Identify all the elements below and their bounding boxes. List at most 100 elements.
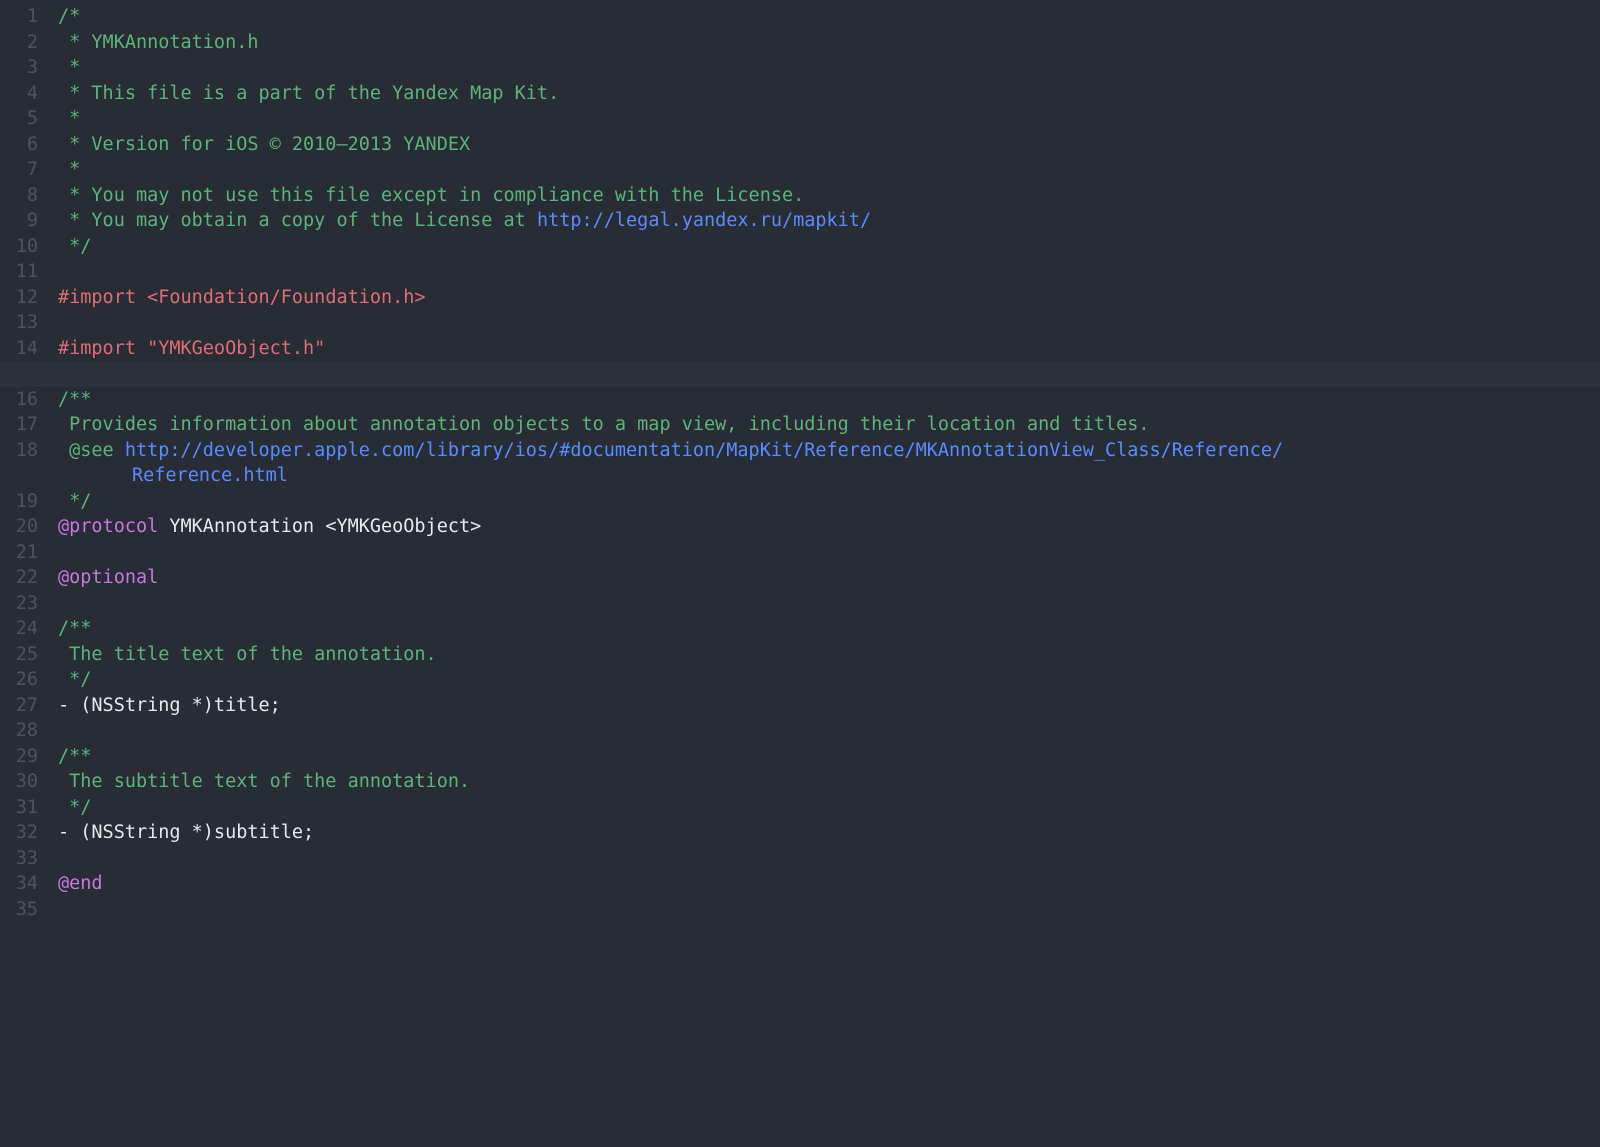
token: /** bbox=[58, 746, 91, 767]
line-number: 25 bbox=[0, 642, 46, 668]
line-number: 32 bbox=[0, 820, 46, 846]
code-line[interactable]: */ bbox=[58, 667, 1600, 693]
code-line[interactable]: @see http://developer.apple.com/library/… bbox=[58, 438, 1600, 464]
line-number: 5 bbox=[0, 106, 46, 132]
code-line[interactable] bbox=[0, 361, 1600, 387]
token: */ bbox=[58, 491, 91, 512]
line-number: 17 bbox=[0, 412, 46, 438]
token: @see bbox=[58, 440, 125, 461]
code-editor[interactable]: 123456789101112131415161718 192021222324… bbox=[0, 0, 1600, 922]
code-area[interactable]: /* * YMKAnnotation.h * * This file is a … bbox=[46, 4, 1600, 922]
line-number: 18 bbox=[0, 438, 46, 464]
line-number: 11 bbox=[0, 259, 46, 285]
code-line[interactable] bbox=[58, 540, 1600, 566]
code-line[interactable]: The title text of the annotation. bbox=[58, 642, 1600, 668]
line-number: 8 bbox=[0, 183, 46, 209]
line-number: 20 bbox=[0, 514, 46, 540]
token: @end bbox=[58, 873, 103, 894]
code-line[interactable]: The subtitle text of the annotation. bbox=[58, 769, 1600, 795]
code-line[interactable]: * YMKAnnotation.h bbox=[58, 30, 1600, 56]
token: http://developer.apple.com/library/ios/#… bbox=[125, 440, 1283, 461]
line-number: 31 bbox=[0, 795, 46, 821]
code-line[interactable]: @protocol YMKAnnotation <YMKGeoObject> bbox=[58, 514, 1600, 540]
code-line[interactable]: /* bbox=[58, 4, 1600, 30]
code-line[interactable]: #import <Foundation/Foundation.h> bbox=[58, 285, 1600, 311]
token: */ bbox=[58, 236, 91, 257]
token: The subtitle text of the annotation. bbox=[58, 771, 470, 792]
token: Provides information about annotation ob… bbox=[58, 414, 1150, 435]
code-line[interactable] bbox=[58, 259, 1600, 285]
token: * Version for iOS © 2010–2013 YANDEX bbox=[58, 134, 470, 155]
code-line[interactable]: /** bbox=[58, 744, 1600, 770]
line-number: 16 bbox=[0, 387, 46, 413]
code-line[interactable]: */ bbox=[58, 489, 1600, 515]
line-number: 26 bbox=[0, 667, 46, 693]
line-number: 2 bbox=[0, 30, 46, 56]
token: * This file is a part of the Yandex Map … bbox=[58, 83, 559, 104]
line-number: 12 bbox=[0, 285, 46, 311]
code-line[interactable]: * This file is a part of the Yandex Map … bbox=[58, 81, 1600, 107]
code-line[interactable]: @optional bbox=[58, 565, 1600, 591]
code-line[interactable]: * Version for iOS © 2010–2013 YANDEX bbox=[58, 132, 1600, 158]
code-line[interactable]: * You may obtain a copy of the License a… bbox=[58, 208, 1600, 234]
line-number: 23 bbox=[0, 591, 46, 617]
line-number: 1 bbox=[0, 4, 46, 30]
token: <Foundation/Foundation.h> bbox=[147, 287, 425, 308]
token: * You may not use this file except in co… bbox=[58, 185, 804, 206]
line-number: 28 bbox=[0, 718, 46, 744]
line-number: 34 bbox=[0, 871, 46, 897]
line-number: 19 bbox=[0, 489, 46, 515]
token: * YMKAnnotation.h bbox=[58, 32, 258, 53]
line-number: 22 bbox=[0, 565, 46, 591]
token: #import bbox=[58, 338, 147, 359]
token: */ bbox=[58, 797, 91, 818]
token: @optional bbox=[58, 567, 158, 588]
code-line[interactable]: Provides information about annotation ob… bbox=[58, 412, 1600, 438]
line-number: 29 bbox=[0, 744, 46, 770]
token: - (NSString *)title; bbox=[58, 695, 281, 716]
token: * bbox=[58, 108, 80, 129]
code-line[interactable] bbox=[58, 846, 1600, 872]
token: */ bbox=[58, 669, 91, 690]
line-number: 10 bbox=[0, 234, 46, 260]
code-line[interactable] bbox=[58, 591, 1600, 617]
line-number: 21 bbox=[0, 540, 46, 566]
token: #import bbox=[58, 287, 147, 308]
code-line[interactable]: */ bbox=[58, 234, 1600, 260]
line-number: 4 bbox=[0, 81, 46, 107]
token: /** bbox=[58, 618, 91, 639]
code-line[interactable]: @end bbox=[58, 871, 1600, 897]
line-number: 30 bbox=[0, 769, 46, 795]
line-number: 14 bbox=[0, 336, 46, 362]
code-line[interactable]: */ bbox=[58, 795, 1600, 821]
token: * bbox=[58, 57, 80, 78]
line-number: 7 bbox=[0, 157, 46, 183]
line-number-wrap bbox=[0, 463, 46, 489]
token: @protocol bbox=[58, 516, 158, 537]
code-line[interactable] bbox=[58, 718, 1600, 744]
token: http://legal.yandex.ru/mapkit/ bbox=[537, 210, 871, 231]
token: /* bbox=[58, 6, 80, 27]
code-line[interactable]: /** bbox=[58, 387, 1600, 413]
line-number: 3 bbox=[0, 55, 46, 81]
code-line[interactable] bbox=[58, 310, 1600, 336]
code-line[interactable]: * bbox=[58, 157, 1600, 183]
line-number: 24 bbox=[0, 616, 46, 642]
code-line[interactable]: * bbox=[58, 55, 1600, 81]
token: * You may obtain a copy of the License a… bbox=[58, 210, 537, 231]
code-line[interactable]: * You may not use this file except in co… bbox=[58, 183, 1600, 209]
code-line[interactable]: /** bbox=[58, 616, 1600, 642]
token: "YMKGeoObject.h" bbox=[147, 338, 325, 359]
code-line-wrap[interactable]: Reference.html bbox=[58, 463, 1600, 489]
line-number: 9 bbox=[0, 208, 46, 234]
code-line[interactable]: #import "YMKGeoObject.h" bbox=[58, 336, 1600, 362]
code-line[interactable]: - (NSString *)subtitle; bbox=[58, 820, 1600, 846]
code-line[interactable]: * bbox=[58, 106, 1600, 132]
line-number: 27 bbox=[0, 693, 46, 719]
line-number-gutter: 123456789101112131415161718 192021222324… bbox=[0, 4, 46, 922]
token: * bbox=[58, 159, 80, 180]
code-line[interactable] bbox=[58, 897, 1600, 923]
token: YMKAnnotation <YMKGeoObject> bbox=[158, 516, 481, 537]
line-number: 35 bbox=[0, 897, 46, 923]
code-line[interactable]: - (NSString *)title; bbox=[58, 693, 1600, 719]
